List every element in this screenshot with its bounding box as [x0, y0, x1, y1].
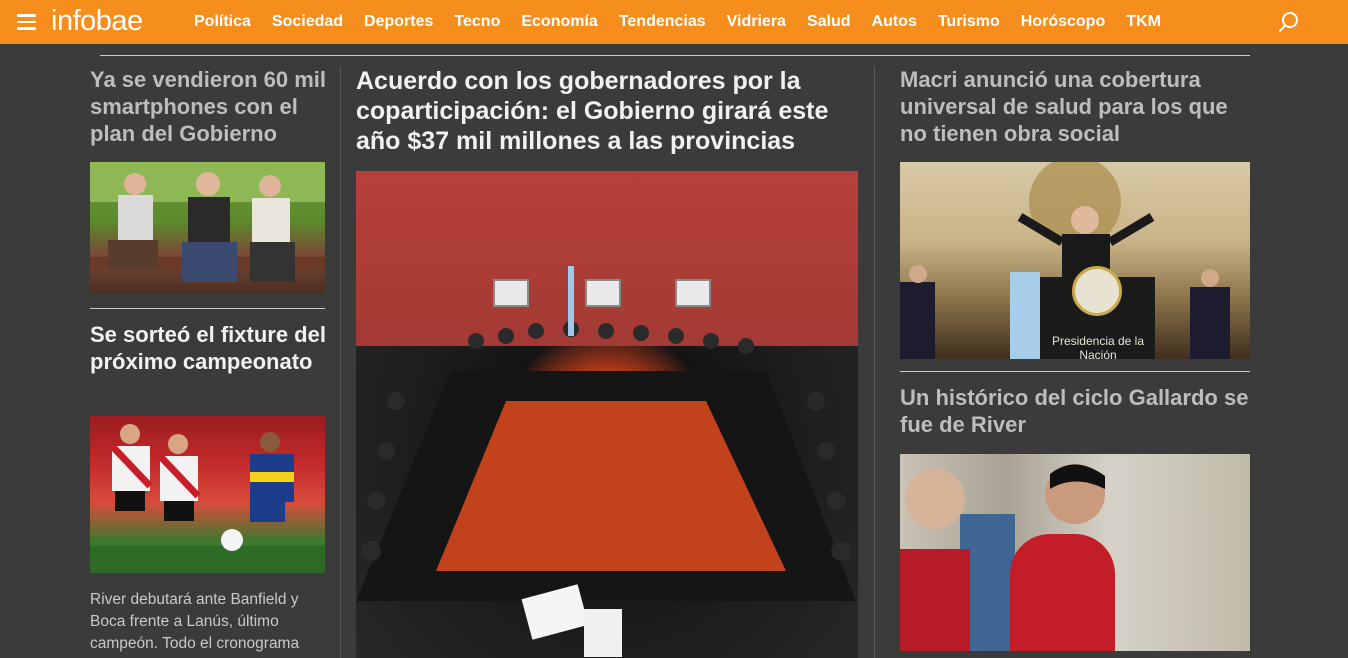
nav-item-horoscopo[interactable]: Horóscopo	[1021, 13, 1105, 31]
podium-text: Presidencia de la Nación	[1051, 334, 1145, 359]
top-nav-bar: infobae Política Sociedad Deportes Tecno…	[0, 0, 1348, 44]
column-divider-left	[340, 66, 341, 658]
nav-item-vidriera[interactable]: Vidriera	[727, 13, 786, 31]
story-image-gallardo[interactable]	[900, 454, 1250, 651]
nav-item-economia[interactable]: Economía	[521, 13, 597, 31]
main-nav: Política Sociedad Deportes Tecno Economí…	[194, 0, 1182, 44]
story-headline-cobertura-salud[interactable]: Macri anunció una cobertura universal de…	[900, 66, 1250, 147]
site-logo[interactable]: infobae	[51, 5, 143, 38]
search-icon[interactable]	[1278, 11, 1300, 33]
nav-item-politica[interactable]: Política	[194, 13, 251, 31]
nav-item-tendencias[interactable]: Tendencias	[619, 13, 706, 31]
story-summary-fixture[interactable]: River debutará ante Banfield y Boca fren…	[90, 589, 325, 655]
nav-item-autos[interactable]: Autos	[872, 13, 917, 31]
coat-of-arms-icon	[1072, 266, 1122, 316]
story-image-cobertura-salud[interactable]: Presidencia de la Nación	[900, 162, 1250, 359]
main-story-image[interactable]	[356, 171, 858, 658]
nav-item-sociedad[interactable]: Sociedad	[272, 13, 343, 31]
top-divider	[100, 55, 1250, 56]
story-headline-fixture[interactable]: Se sorteó el fixture del próximo campeon…	[90, 321, 330, 375]
story-separator	[90, 308, 325, 309]
nav-item-salud[interactable]: Salud	[807, 13, 851, 31]
story-headline-gallardo[interactable]: Un histórico del ciclo Gallardo se fue d…	[900, 384, 1250, 438]
column-divider-right	[874, 66, 875, 658]
nav-item-turismo[interactable]: Turismo	[938, 13, 1000, 31]
nav-item-tkm[interactable]: TKM	[1126, 13, 1161, 31]
story-headline-smartphones[interactable]: Ya se vendieron 60 mil smartphones con e…	[90, 66, 330, 147]
nav-item-deportes[interactable]: Deportes	[364, 13, 433, 31]
story-separator	[900, 371, 1250, 372]
menu-icon[interactable]	[17, 14, 36, 30]
nav-item-tecno[interactable]: Tecno	[454, 13, 500, 31]
story-image-smartphones[interactable]	[90, 162, 325, 294]
story-image-fixture[interactable]	[90, 416, 325, 573]
main-story-headline[interactable]: Acuerdo con los gobernadores por la copa…	[356, 66, 856, 156]
